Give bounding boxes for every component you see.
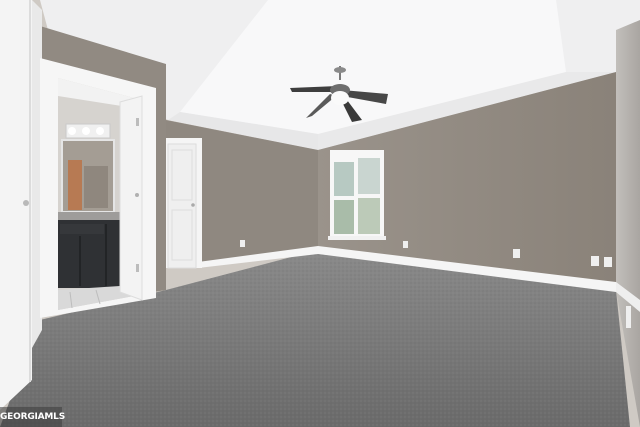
outlet [591,256,599,266]
georgia-mls-watermark: GEORGIAMLS [0,407,65,427]
outlet [403,241,408,248]
door-knob [23,200,29,206]
outlet [240,240,245,247]
vanity-countertop [58,212,120,220]
window-glass [334,162,354,196]
empty-bedroom-photo: GEORGIAMLS [0,0,640,427]
outlet [513,249,520,258]
outlet [604,257,612,267]
outlet [626,306,631,328]
